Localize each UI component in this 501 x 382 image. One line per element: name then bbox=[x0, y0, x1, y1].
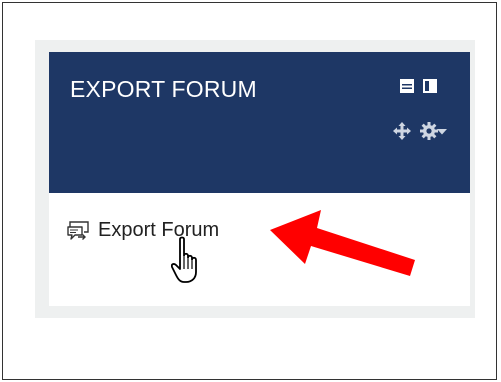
forum-export-icon bbox=[67, 220, 89, 240]
block-title: EXPORT FORUM bbox=[70, 76, 257, 102]
move-icon[interactable] bbox=[393, 122, 411, 140]
dock-icon[interactable] bbox=[400, 79, 414, 93]
sidebar-icon[interactable] bbox=[423, 79, 437, 93]
hand-pointer-icon bbox=[171, 236, 197, 283]
gear-icon[interactable] bbox=[420, 122, 438, 140]
red-arrow-annotation bbox=[270, 210, 415, 276]
caret-down-icon[interactable] bbox=[437, 129, 447, 135]
block-header: EXPORT FORUM bbox=[49, 52, 470, 193]
